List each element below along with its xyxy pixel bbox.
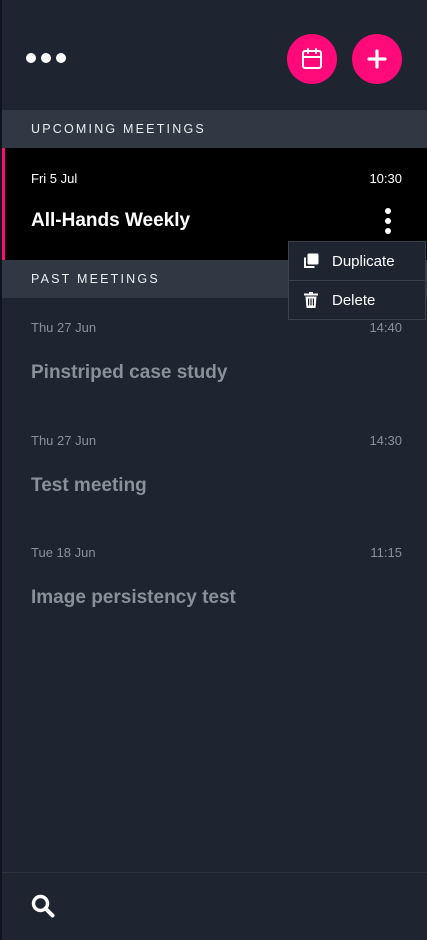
- more-dot: [56, 53, 66, 63]
- meeting-time: 14:30: [369, 433, 402, 448]
- duplicate-label: Duplicate: [332, 252, 395, 270]
- bottom-bar: [2, 872, 427, 940]
- more-vertical-icon: [385, 208, 391, 214]
- meeting-date: Tue 18 Jun: [31, 545, 96, 560]
- calendar-icon: [302, 48, 322, 69]
- calendar-button[interactable]: [287, 34, 337, 84]
- meeting-title: Image persistency test: [31, 587, 236, 608]
- upcoming-meetings-header: UPCOMING MEETINGS: [2, 110, 427, 148]
- more-dot: [385, 218, 391, 224]
- add-meeting-button[interactable]: [352, 34, 402, 84]
- top-bar: [2, 0, 427, 110]
- search-button[interactable]: [30, 893, 58, 921]
- past-meeting-item[interactable]: Thu 27 Jun 14:30 Test meeting: [2, 411, 427, 523]
- more-horizontal-icon: [26, 53, 36, 63]
- past-meeting-item[interactable]: Tue 18 Jun 11:15 Image persistency test: [2, 523, 427, 635]
- meeting-date: Thu 27 Jun: [31, 320, 97, 335]
- meeting-title: All-Hands Weekly: [31, 210, 191, 231]
- meeting-time: 11:15: [370, 545, 402, 560]
- meeting-options-button[interactable]: [383, 208, 393, 234]
- delete-menu-item[interactable]: Delete: [289, 281, 425, 319]
- plus-icon: [367, 49, 387, 69]
- meeting-title: Test meeting: [31, 475, 147, 496]
- duplicate-menu-item[interactable]: Duplicate: [289, 242, 425, 281]
- meeting-context-menu: Duplicate Delete: [288, 241, 426, 320]
- duplicate-icon: [302, 252, 320, 270]
- more-options-button[interactable]: [26, 48, 70, 68]
- meetings-app: UPCOMING MEETINGS Fri 5 Jul 10:30 All-Ha…: [0, 0, 427, 940]
- search-icon: [31, 894, 55, 918]
- meeting-time: 14:40: [369, 320, 402, 335]
- delete-label: Delete: [332, 291, 376, 309]
- meeting-title: Pinstriped case study: [31, 362, 228, 383]
- trash-icon: [302, 291, 320, 309]
- meeting-date: Thu 27 Jun: [31, 433, 97, 448]
- meeting-time: 10:30: [369, 171, 402, 186]
- more-dot: [41, 53, 51, 63]
- more-dot: [385, 228, 391, 234]
- meeting-date: Fri 5 Jul: [31, 171, 78, 186]
